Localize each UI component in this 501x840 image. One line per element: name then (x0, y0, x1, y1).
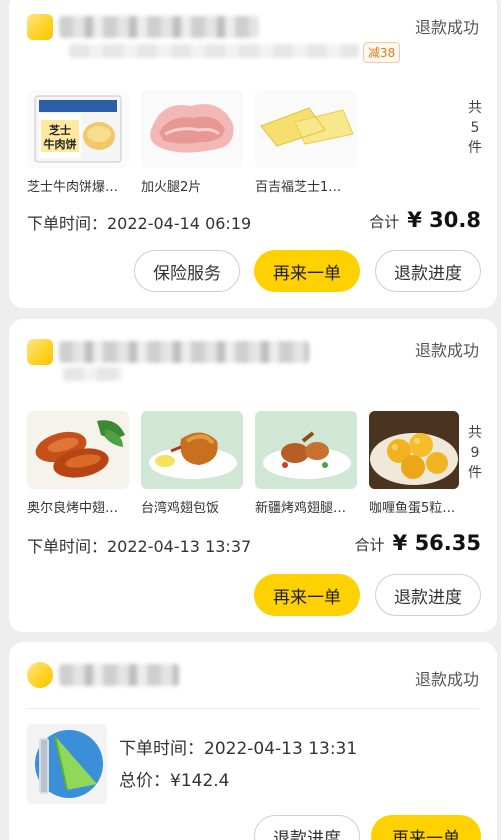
total-label: 合计 (354, 536, 385, 554)
order-time: 下单时间：2022-04-13 13:31 (119, 739, 358, 759)
item-name: 百吉福芝士1… (255, 180, 342, 195)
item-image: 芝士 牛肉饼 (27, 90, 129, 168)
reorder-button[interactable]: 再来一单 (254, 250, 360, 292)
reorder-button[interactable]: 再来一单 (371, 815, 481, 840)
total-amount: ¥ 30.8 (407, 208, 481, 232)
store-logo (27, 662, 53, 688)
total-amount: ¥ 56.35 (392, 531, 481, 555)
total-price: 总价：¥142.4 (119, 771, 230, 791)
item-image (255, 90, 357, 168)
refund-progress-button[interactable]: 退款进度 (254, 815, 360, 840)
store-name-blurred (59, 16, 259, 38)
list-item[interactable]: 芝士 牛肉饼 芝士牛肉饼爆… (27, 90, 129, 195)
promo-badge: 减38 (363, 42, 401, 63)
item-image (141, 90, 243, 168)
item-image (27, 411, 129, 489)
item-name: 奥尔良烤中翅… (27, 501, 119, 516)
refund-progress-button[interactable]: 退款进度 (375, 250, 481, 292)
store-logo (27, 14, 53, 40)
list-item[interactable]: 奥尔良烤中翅… (27, 411, 129, 516)
store-image (27, 724, 107, 804)
item-name: 加火腿2片 (141, 180, 202, 195)
order-time: 下单时间：2022-04-14 06:19 (27, 214, 252, 233)
store-info-blurred (63, 367, 123, 381)
store-name-blurred (59, 664, 179, 686)
order-card[interactable]: 退款成功 奥尔良烤中翅… 台湾鸡翅包饭 新疆烤鸡翅腿… 咖喱鱼蛋5粒… 共 9 … (9, 319, 497, 632)
svg-text:芝士: 芝士 (49, 123, 71, 137)
order-card[interactable]: 减38 退款成功 芝士 牛肉饼 芝士牛肉饼爆… 加火腿2片 百吉福芝士1… 共 … (9, 0, 497, 308)
list-item[interactable]: 百吉福芝士1… (255, 90, 357, 195)
refund-progress-button[interactable]: 退款进度 (375, 574, 481, 616)
insurance-service-button[interactable]: 保险服务 (134, 250, 240, 292)
list-item[interactable]: 咖喱鱼蛋5粒… (369, 411, 459, 516)
item-name: 咖喱鱼蛋5粒… (369, 501, 456, 516)
order-card[interactable]: 退款成功 下单时间：2022-04-13 13:31 总价：¥142.4 退款进… (9, 642, 497, 840)
order-total: 合计 ¥ 30.8 (369, 208, 481, 232)
store-logo (27, 339, 53, 365)
total-label: 合计 (369, 213, 400, 231)
divider (27, 708, 479, 709)
item-count: 共 5 件 (468, 100, 482, 156)
list-item[interactable]: 台湾鸡翅包饭 (141, 411, 243, 516)
item-name: 新疆烤鸡翅腿… (255, 501, 347, 516)
item-count: 共 9 件 (468, 425, 482, 481)
store-info-blurred (69, 44, 359, 58)
item-list[interactable]: 奥尔良烤中翅… 台湾鸡翅包饭 新疆烤鸡翅腿… 咖喱鱼蛋5粒… (27, 411, 459, 516)
order-status: 退款成功 (414, 341, 479, 360)
list-item[interactable]: 加火腿2片 (141, 90, 243, 195)
item-list[interactable]: 芝士 牛肉饼 芝士牛肉饼爆… 加火腿2片 百吉福芝士1… (27, 90, 357, 195)
item-image (255, 411, 357, 489)
store-header[interactable] (27, 14, 259, 40)
item-image (141, 411, 243, 489)
item-name: 台湾鸡翅包饭 (141, 501, 220, 516)
store-header[interactable] (27, 662, 179, 688)
store-header[interactable] (27, 339, 309, 365)
item-image (369, 411, 459, 489)
list-item[interactable]: 新疆烤鸡翅腿… (255, 411, 357, 516)
reorder-button[interactable]: 再来一单 (254, 574, 360, 616)
item-name: 芝士牛肉饼爆… (27, 180, 119, 195)
store-name-blurred (59, 341, 309, 363)
order-status: 退款成功 (414, 18, 479, 37)
order-status: 退款成功 (414, 670, 479, 689)
svg-text:牛肉饼: 牛肉饼 (44, 137, 77, 151)
order-time: 下单时间：2022-04-13 13:37 (27, 537, 252, 556)
order-total: 合计 ¥ 56.35 (355, 531, 481, 555)
